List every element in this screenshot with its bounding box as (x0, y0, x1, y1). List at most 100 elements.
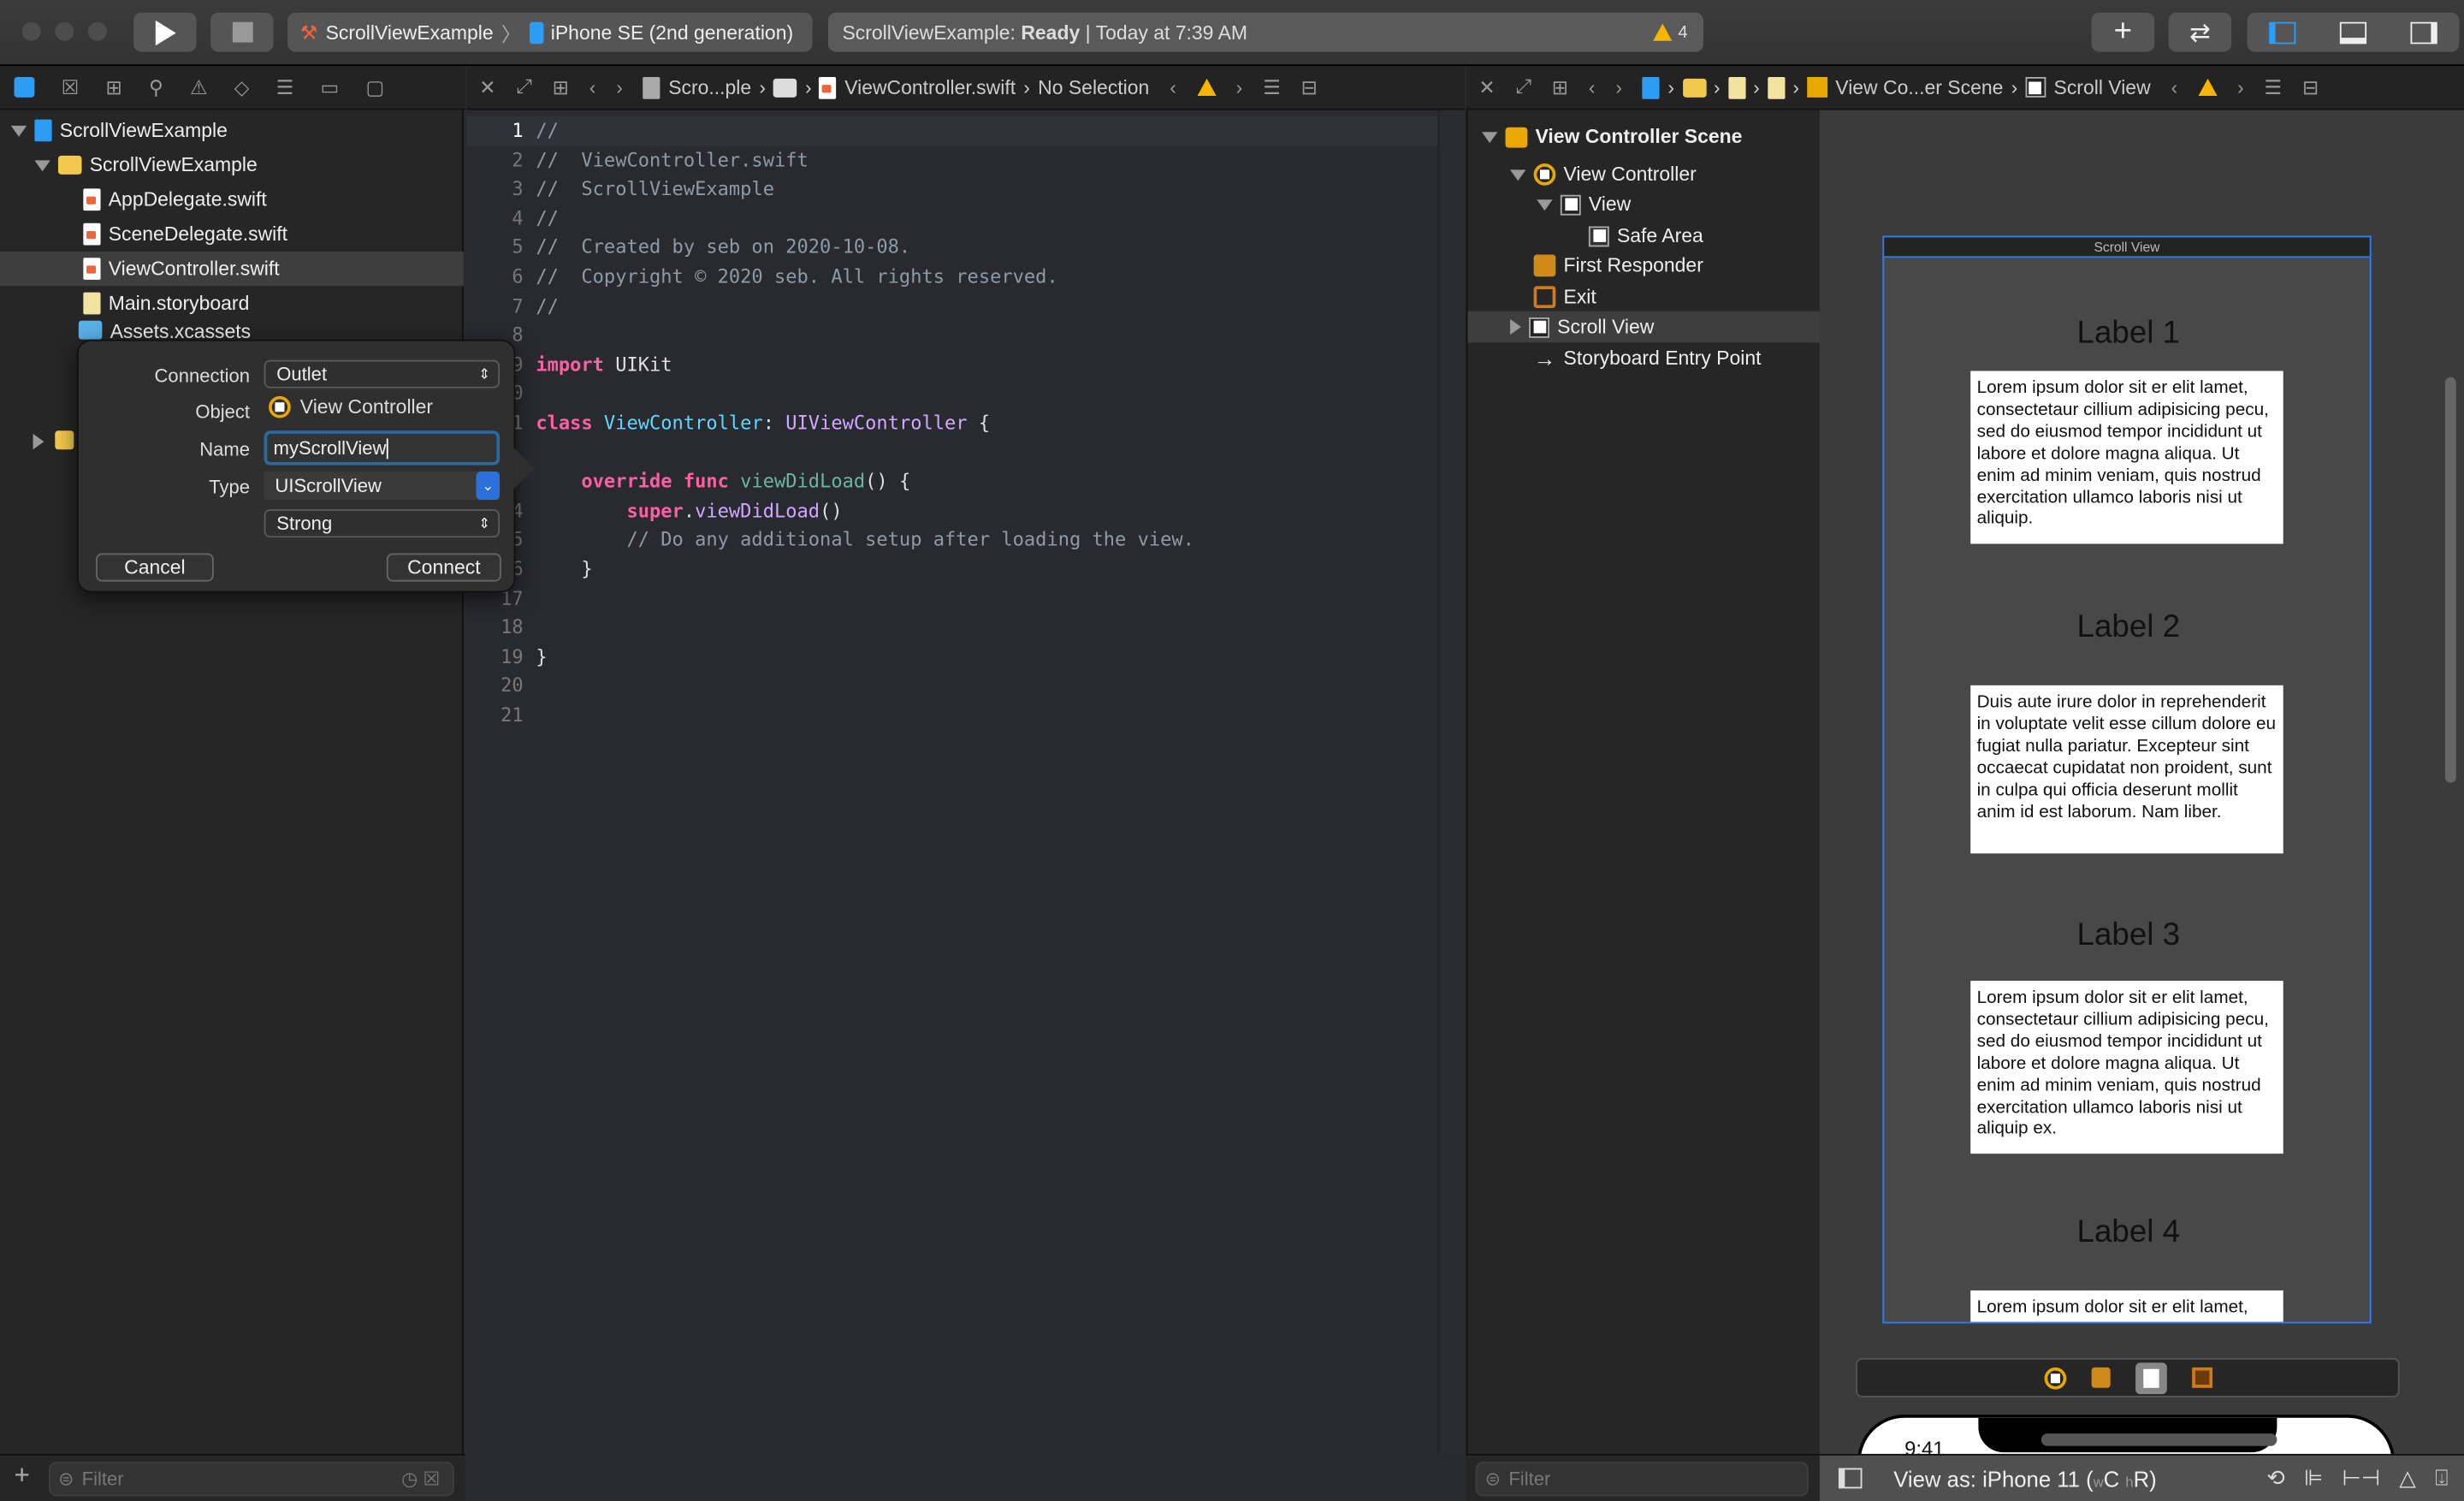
disclosure-open-icon[interactable] (1510, 169, 1526, 181)
run-button[interactable] (133, 12, 197, 52)
source-control-icon[interactable]: ☒ (62, 75, 80, 99)
text-view-4[interactable]: Lorem ipsum dolor sit er elit lamet, (1970, 1290, 2283, 1322)
text-view-1[interactable]: Lorem ipsum dolor sit er elit lamet, con… (1970, 371, 2283, 544)
disclosure-open-icon[interactable] (1482, 131, 1498, 143)
label-4[interactable]: Label 4 (1884, 1215, 2370, 1251)
scroll-view-icon[interactable] (2135, 1362, 2166, 1394)
prev-issue-icon[interactable]: ‹ (1170, 76, 1176, 98)
text-view-2[interactable]: Duis aute irure dolor in reprehenderit i… (1970, 685, 2283, 854)
outline-scene[interactable]: View Controller Scene (1482, 121, 1742, 152)
scroll-view[interactable]: Scroll View Label 1 Lorem ipsum dolor si… (1882, 235, 2372, 1324)
tree-item-scenedelegate[interactable]: SceneDelegate.swift (0, 217, 464, 251)
label-3[interactable]: Label 3 (1884, 918, 2370, 954)
find-icon[interactable]: ⚲ (149, 75, 163, 99)
close-editor-icon[interactable]: ✕ (1478, 75, 1495, 99)
add-constraints-icon[interactable]: ⊢⊣ (2342, 1465, 2380, 1492)
breadcrumb-selection[interactable]: No Selection (1038, 76, 1149, 98)
outline-filter-input[interactable]: ⊜ Filter (1475, 1462, 1810, 1497)
chevron-down-icon[interactable]: ⌄ (476, 472, 500, 501)
outline-exit[interactable]: Exit (1533, 282, 1596, 313)
debug-area-toggle-icon[interactable] (2339, 21, 2367, 44)
device-name[interactable]: iPhone SE (2nd generation) (551, 21, 793, 44)
minimize-window-button[interactable] (55, 21, 74, 41)
editor-options-icon[interactable]: ☰ (1263, 75, 1281, 99)
warning-indicator[interactable]: 4 (1652, 23, 1688, 42)
add-icon[interactable]: + (15, 1460, 30, 1492)
outline-entry-point[interactable]: → Storyboard Entry Point (1534, 342, 1762, 374)
outline-view[interactable]: View (1537, 188, 1631, 220)
scheme-selector[interactable]: ⚒ ScrollViewExample 〉 iPhone SE (2nd gen… (287, 12, 813, 52)
forward-icon[interactable]: › (1615, 76, 1622, 98)
outline-view-controller[interactable]: View Controller (1510, 159, 1697, 191)
view-controller-icon[interactable] (2043, 1367, 2066, 1389)
disclosure-closed-icon[interactable] (1510, 318, 1521, 335)
close-window-button[interactable] (21, 21, 41, 41)
split-editor-icon[interactable]: ⊟ (1301, 75, 1318, 99)
view-as-device-button[interactable]: View as: iPhone 11 (wC hR) (1893, 1466, 2157, 1491)
breadcrumb-project[interactable]: Scro...ple (668, 76, 751, 98)
breadcrumb-scene[interactable]: View Co...er Scene (1835, 76, 2003, 98)
disclosure-open-icon[interactable] (1537, 199, 1553, 211)
canvas-scrollbar[interactable] (2444, 377, 2456, 783)
tree-item-group[interactable]: ScrollViewExample (0, 148, 464, 182)
breakpoint-icon[interactable]: ▭ (321, 75, 340, 99)
navigator-filter-input[interactable]: ⊜ Filter ◷ ☒ (48, 1462, 454, 1497)
breadcrumb-object[interactable]: Scroll View (2054, 76, 2151, 98)
tree-item-assets[interactable]: Assets.xcassets (0, 320, 464, 340)
related-items-icon[interactable]: ⊞ (1552, 75, 1568, 99)
disclosure-open-icon[interactable] (10, 125, 27, 136)
tree-item-viewcontroller[interactable]: ViewController.swift (0, 251, 464, 287)
prev-issue-icon[interactable]: ‹ (2171, 76, 2178, 98)
warning-icon[interactable] (1196, 78, 1216, 97)
code-editor[interactable]: 1 // 2 // ViewController.swift 3 // ScrollV… (466, 110, 1465, 1501)
close-editor-icon[interactable]: ✕ (479, 75, 495, 99)
tree-item-appdelegate[interactable]: AppDelegate.swift (0, 182, 464, 217)
split-editor-icon[interactable]: ⊟ (2302, 75, 2319, 99)
inspector-toggle-icon[interactable] (2410, 21, 2437, 44)
outline-scroll-view[interactable]: Scroll View (1467, 311, 1821, 343)
text-view-3[interactable]: Lorem ipsum dolor sit er elit lamet, con… (1970, 981, 2283, 1154)
report-icon[interactable]: ▢ (365, 75, 384, 99)
connection-select[interactable]: Outlet ⇕ (264, 359, 500, 389)
recent-clock-icon[interactable]: ◷ ☒ (401, 1468, 440, 1490)
first-responder-icon[interactable] (2090, 1367, 2110, 1388)
test-icon[interactable]: ◇ (234, 75, 250, 99)
type-combo[interactable]: UIScrollView ⌄ (264, 472, 500, 501)
stop-button[interactable] (210, 12, 274, 52)
storyboard-canvas[interactable]: Scroll View Label 1 Lorem ipsum dolor si… (1819, 110, 2464, 1501)
library-button[interactable]: + (2091, 12, 2155, 52)
exit-icon[interactable] (2191, 1367, 2212, 1388)
disclosure-closed-icon[interactable] (33, 432, 44, 454)
embed-in-icon[interactable]: ⍗ (2435, 1465, 2448, 1492)
debug-icon[interactable]: ☰ (276, 75, 294, 99)
code-review-button[interactable]: ⇄ (2168, 12, 2232, 52)
connect-button[interactable]: Connect (386, 553, 501, 582)
outline-toggle-icon[interactable] (1838, 1468, 1863, 1489)
storage-select[interactable]: Strong ⇕ (264, 509, 500, 538)
back-icon[interactable]: ‹ (589, 76, 596, 98)
resolve-issues-icon[interactable]: △ (2399, 1465, 2416, 1492)
update-frames-icon[interactable]: ⟲ (2266, 1465, 2285, 1492)
name-input[interactable]: myScrollView (264, 430, 500, 466)
outline-first-responder[interactable]: First Responder (1533, 250, 1703, 282)
back-icon[interactable]: ‹ (1589, 76, 1596, 98)
cancel-button[interactable]: Cancel (96, 553, 214, 582)
label-1[interactable]: Label 1 (1884, 316, 2370, 352)
next-issue-icon[interactable]: › (2237, 76, 2244, 98)
zoom-window-button[interactable] (87, 21, 107, 41)
project-navigator-icon[interactable] (14, 76, 35, 98)
issue-icon[interactable]: ⚠ (190, 75, 208, 99)
expand-icon[interactable]: ⤢ (516, 75, 531, 99)
navigator-toggle-icon[interactable] (2269, 21, 2296, 44)
breadcrumb-file[interactable]: ViewController.swift (844, 76, 1016, 98)
align-icon[interactable]: ⊫ (2304, 1465, 2323, 1492)
disclosure-open-icon[interactable] (34, 159, 50, 171)
minimap-scrollbar[interactable] (1437, 110, 1465, 1501)
scheme-name[interactable]: ScrollViewExample (326, 21, 494, 44)
symbol-navigator-icon[interactable]: ⊞ (105, 75, 121, 99)
expand-icon[interactable]: ⤢ (1515, 75, 1531, 99)
related-items-icon[interactable]: ⊞ (553, 75, 569, 99)
forward-icon[interactable]: › (616, 76, 623, 98)
editor-options-icon[interactable]: ☰ (2265, 75, 2283, 99)
next-issue-icon[interactable]: › (1236, 76, 1243, 98)
